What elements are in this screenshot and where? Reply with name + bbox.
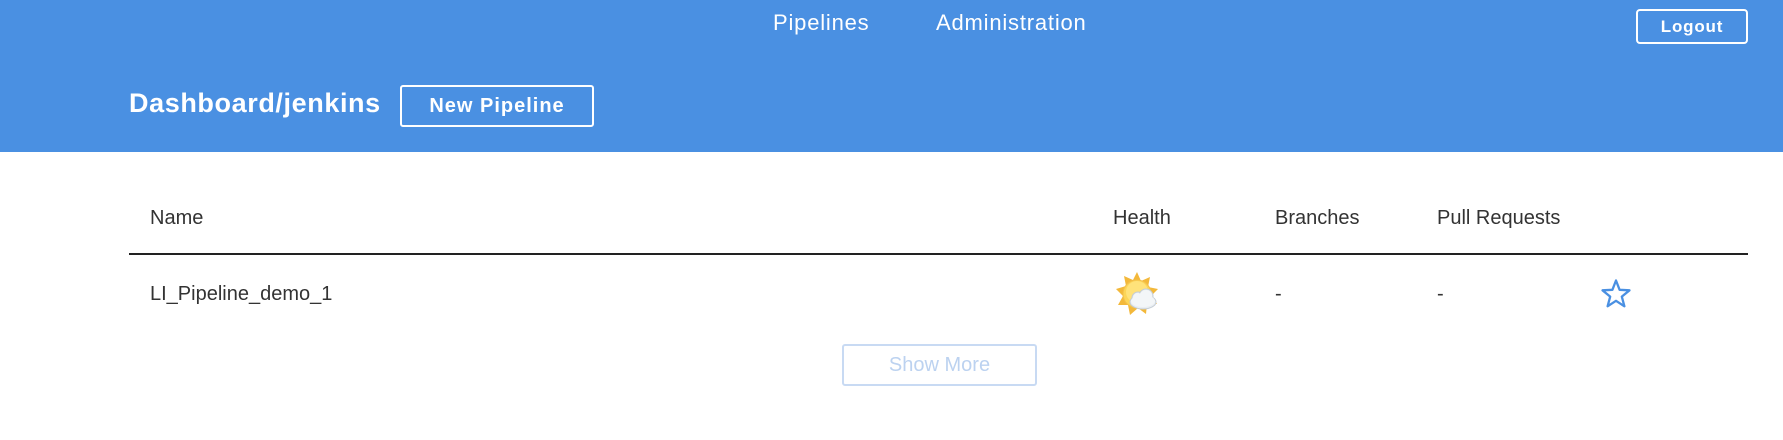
top-header: Pipelines Administration Logout Dashboar… [0,0,1783,152]
column-header-name[interactable]: Name [150,207,203,230]
pipeline-name[interactable]: LI_Pipeline_demo_1 [150,283,332,306]
new-pipeline-button[interactable]: New Pipeline [400,85,594,127]
table-row[interactable]: LI_Pipeline_demo_1 - - [129,256,1748,332]
column-header-pull-requests[interactable]: Pull Requests [1437,207,1560,230]
show-more-button[interactable]: Show More [842,344,1037,386]
page-title: Dashboard/jenkins [129,88,381,118]
branches-value: - [1275,283,1282,305]
logout-button[interactable]: Logout [1636,9,1748,44]
star-outline-icon[interactable] [1600,278,1632,310]
weather-partly-cloudy-icon [1116,272,1158,315]
column-header-health[interactable]: Health [1113,207,1171,230]
column-header-branches[interactable]: Branches [1275,207,1360,230]
nav-administration-link[interactable]: Administration [936,10,1087,36]
table-header-divider [129,253,1748,255]
nav-pipelines-link[interactable]: Pipelines [773,10,869,36]
pull-requests-value: - [1437,283,1444,305]
